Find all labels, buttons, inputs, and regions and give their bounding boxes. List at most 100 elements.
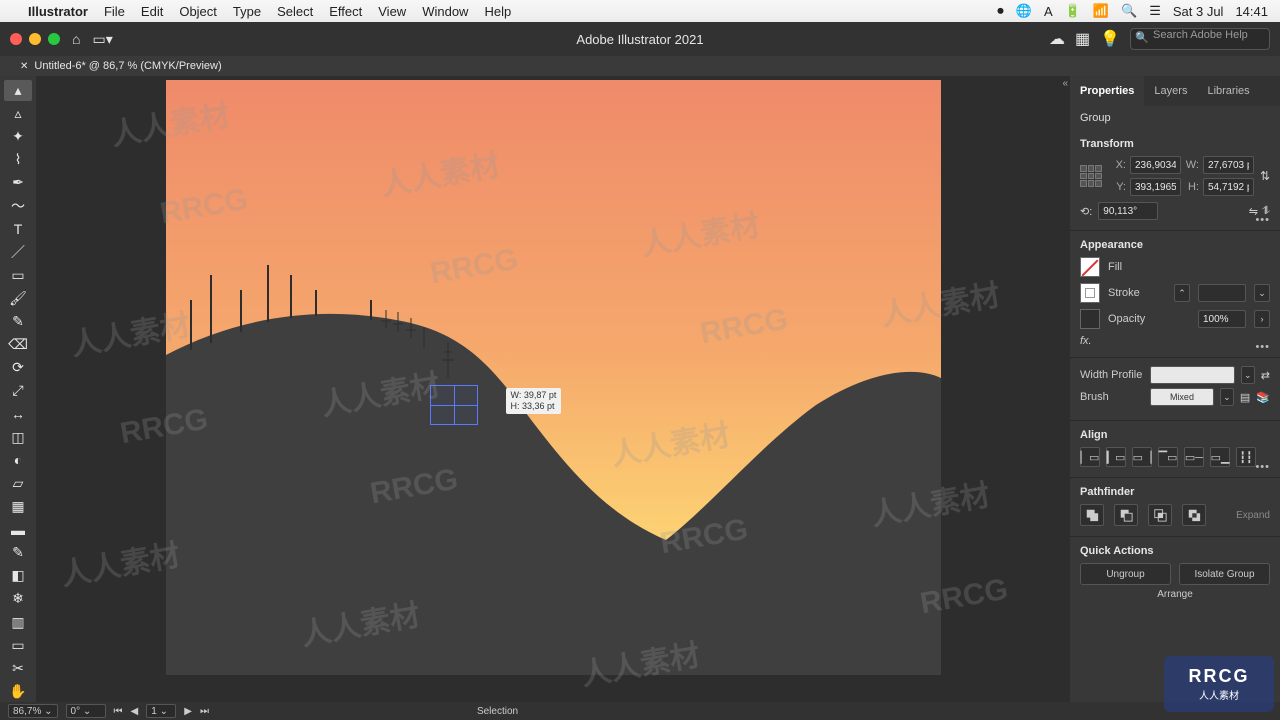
pen-tool[interactable]: ✒	[4, 172, 32, 193]
menu-file[interactable]: File	[104, 4, 125, 19]
fx-label[interactable]: fx.	[1080, 335, 1270, 347]
menu-date[interactable]: Sat 3 Jul	[1173, 4, 1224, 19]
eyedropper-tool[interactable]: ✎	[4, 542, 32, 563]
shaper-tool[interactable]: ✎	[4, 311, 32, 332]
wifi-icon[interactable]: 📶	[1093, 3, 1109, 19]
artboard-nav-next[interactable]: ▶	[184, 706, 192, 717]
w-field[interactable]	[1203, 156, 1254, 174]
rotate-field[interactable]	[1098, 202, 1158, 220]
align-top-button[interactable]: ▔▭	[1158, 447, 1178, 467]
type-tool[interactable]: T	[4, 219, 32, 240]
control-center-icon[interactable]: ☰	[1149, 3, 1161, 19]
tab-properties[interactable]: Properties	[1070, 76, 1144, 106]
direct-selection-tool[interactable]: ▵	[4, 103, 32, 124]
free-transform-tool[interactable]: ◫	[4, 427, 32, 448]
flip-profile-icon[interactable]: ⇄	[1261, 369, 1270, 382]
menu-window[interactable]: Window	[422, 4, 468, 19]
menu-view[interactable]: View	[378, 4, 406, 19]
menu-select[interactable]: Select	[277, 4, 313, 19]
home-icon[interactable]: ⌂	[72, 31, 80, 47]
search-help-input[interactable]: Search Adobe Help	[1130, 28, 1270, 50]
qa-ungroup-button[interactable]: Ungroup	[1080, 563, 1171, 585]
discover-icon[interactable]: 💡	[1100, 29, 1120, 49]
scale-tool[interactable]: ⤢	[4, 380, 32, 401]
align-right-button[interactable]: ▭▕	[1132, 447, 1152, 467]
reference-point[interactable]	[1080, 165, 1102, 187]
stroke-swatch[interactable]	[1080, 283, 1100, 303]
rotate-view-field[interactable]: 0° ⌄	[66, 704, 106, 718]
lasso-tool[interactable]: ⌇	[4, 149, 32, 170]
artboard-nav-arrow[interactable]: «	[1062, 78, 1068, 89]
link-wh-icon[interactable]: ⇅	[1260, 169, 1270, 183]
curvature-tool[interactable]: 〜	[4, 196, 32, 217]
appearance-more-icon[interactable]: •••	[1255, 341, 1270, 353]
align-bottom-button[interactable]: ▭▁	[1210, 447, 1230, 467]
align-hcenter-button[interactable]: ▎▭	[1106, 447, 1126, 467]
stroke-weight-field[interactable]	[1198, 284, 1246, 302]
battery-icon[interactable]: 🔋	[1065, 3, 1081, 19]
opacity-dropdown[interactable]: ›	[1254, 310, 1270, 328]
artboard-nav-last[interactable]: ⏭	[200, 706, 209, 717]
menu-help[interactable]: Help	[484, 4, 511, 19]
close-tab-icon[interactable]: ✕	[20, 61, 28, 72]
rotate-tool[interactable]: ⟳	[4, 357, 32, 378]
opacity-field[interactable]	[1198, 310, 1246, 328]
stroke-weight-dropdown[interactable]: ⌄	[1254, 284, 1270, 302]
eraser-tool[interactable]: ⌫	[4, 334, 32, 355]
perspective-tool[interactable]: ▱	[4, 473, 32, 494]
zoom-field[interactable]: 86,7% ⌄	[8, 704, 58, 718]
align-left-button[interactable]: ▏▭	[1080, 447, 1100, 467]
paintbrush-tool[interactable]: 🖌	[4, 288, 32, 309]
mesh-tool[interactable]: ▦	[4, 496, 32, 517]
symbol-sprayer-tool[interactable]: ❄	[4, 588, 32, 609]
line-tool[interactable]: ／	[4, 242, 32, 263]
width-profile-combo[interactable]	[1150, 366, 1235, 384]
menu-time[interactable]: 14:41	[1235, 4, 1268, 19]
zoom-window-button[interactable]	[48, 33, 60, 45]
search-sys-icon[interactable]: 🔍	[1121, 3, 1137, 19]
minimize-window-button[interactable]	[29, 33, 41, 45]
artboard-nav-first[interactable]: ⏮	[114, 706, 123, 717]
arrange-docs-icon[interactable]: ▦	[1075, 29, 1090, 49]
menu-edit[interactable]: Edit	[141, 4, 163, 19]
gradient-tool[interactable]: ▬	[4, 519, 32, 540]
menu-object[interactable]: Object	[179, 4, 217, 19]
artboard-tool[interactable]: ▭	[4, 635, 32, 656]
workspace-switcher[interactable]: ▭▾	[92, 31, 112, 48]
canvas[interactable]: «	[36, 76, 1070, 702]
fill-swatch[interactable]	[1080, 257, 1100, 277]
artboard-nav-prev[interactable]: ◀	[131, 706, 139, 717]
globe-icon[interactable]: 🌐	[1016, 3, 1032, 19]
hand-tool[interactable]: ✋	[4, 681, 32, 702]
menu-type[interactable]: Type	[233, 4, 261, 19]
sync-icon[interactable]: ☁	[1049, 29, 1065, 49]
shape-builder-tool[interactable]: ◐	[4, 450, 32, 471]
opacity-swatch[interactable]	[1080, 309, 1100, 329]
tab-layers[interactable]: Layers	[1144, 76, 1197, 106]
magic-wand-tool[interactable]: ✦	[4, 126, 32, 147]
width-tool[interactable]: ↔	[4, 404, 32, 425]
selection-bounding-box[interactable]	[430, 385, 478, 425]
rectangle-tool[interactable]: ▭	[4, 265, 32, 286]
h-field[interactable]	[1203, 178, 1254, 196]
x-field[interactable]	[1130, 156, 1181, 174]
selection-tool[interactable]: ▴	[4, 80, 32, 101]
pf-unite-button[interactable]	[1080, 504, 1104, 526]
brush-combo[interactable]: Mixed	[1150, 388, 1214, 406]
tab-libraries[interactable]: Libraries	[1197, 76, 1259, 106]
screen-record-icon[interactable]: ⏺	[997, 3, 1004, 19]
qa-isolate-button[interactable]: Isolate Group	[1179, 563, 1270, 585]
keyboard-icon[interactable]: A	[1044, 4, 1053, 19]
width-profile-caret[interactable]: ⌄	[1241, 366, 1255, 384]
slice-tool[interactable]: ✂	[4, 658, 32, 679]
brush-options-icon[interactable]: ▤	[1240, 391, 1250, 404]
y-field[interactable]	[1130, 178, 1181, 196]
brush-caret[interactable]: ⌄	[1220, 388, 1234, 406]
distribute-button[interactable]: ┇┇	[1236, 447, 1256, 467]
align-more-icon[interactable]: •••	[1255, 461, 1270, 473]
menu-effect[interactable]: Effect	[329, 4, 362, 19]
column-graph-tool[interactable]: ▥	[4, 612, 32, 633]
align-vcenter-button[interactable]: ▭─	[1184, 447, 1204, 467]
brush-lib-icon[interactable]: 📚	[1256, 391, 1270, 404]
stroke-weight-stepper[interactable]: ⌃	[1174, 284, 1190, 302]
